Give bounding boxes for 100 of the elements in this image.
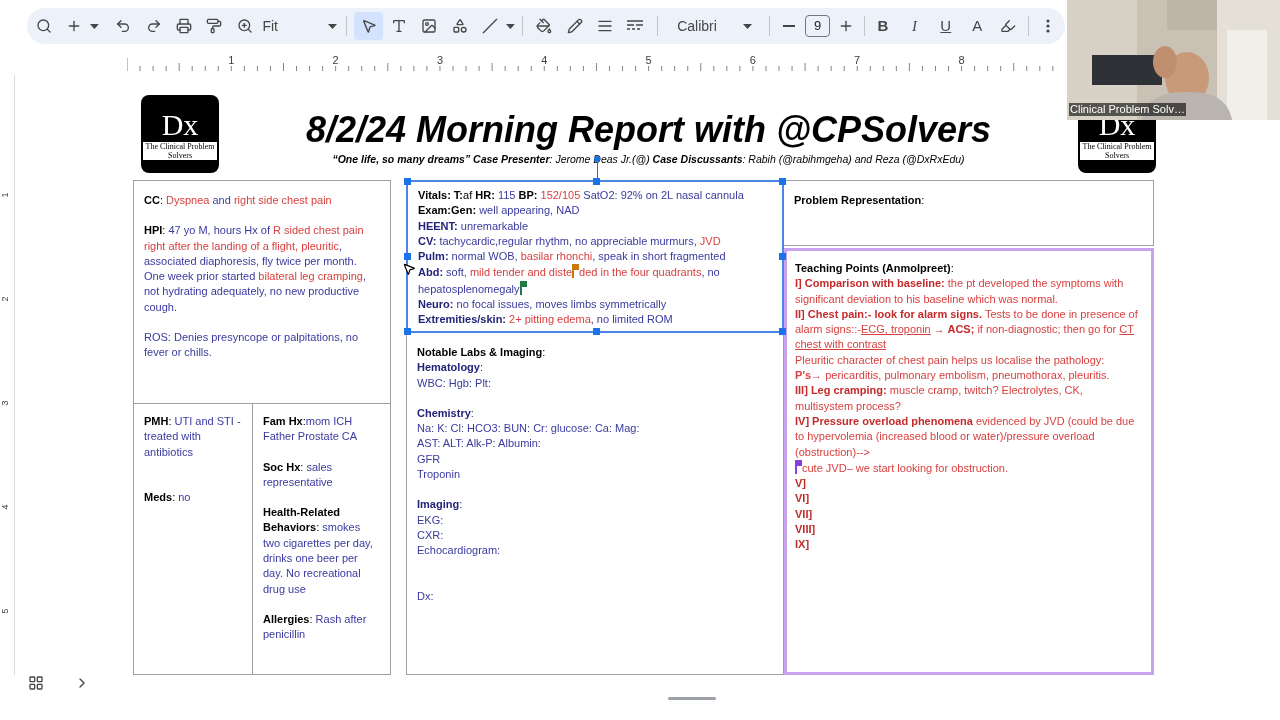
note-text: V] (795, 476, 806, 492)
font-dropdown[interactable]: Calibri (665, 12, 764, 40)
note-text: Notable Labs & Imaging: (417, 345, 546, 360)
note-text: cute JVD– we start looking for obstruction. (795, 459, 1009, 477)
more-icon (1046, 19, 1051, 33)
note-text: EKG: (417, 512, 444, 528)
note-text: Teaching Points (Anmolpreet): (795, 261, 954, 276)
ruler-number: 5 (644, 54, 653, 66)
text-icon (390, 18, 407, 34)
note-text: ROS: Denies presyncope or palpitations, no fever or chills. (144, 330, 359, 361)
ruler-number: 3 (0, 400, 10, 406)
note-text: Chemistry: (417, 405, 474, 421)
resize-handle[interactable] (404, 253, 411, 260)
ruler-number: 5 (0, 608, 10, 614)
note-text: Hematology: (417, 360, 484, 376)
zoom-in-icon (236, 18, 253, 34)
ruler-number: 4 (0, 504, 10, 510)
ruler-number: 7 (853, 54, 862, 66)
underline-button[interactable]: U (930, 12, 961, 40)
resize-handle[interactable] (593, 178, 600, 185)
ruler-number: 3 (435, 54, 444, 66)
note-text: Meds: no (144, 489, 191, 505)
dash-lines-icon (627, 20, 644, 32)
note-text: Dx: (417, 588, 434, 604)
note-text: III] Leg cramping: muscle cramp, twitch? Electrolytes, CK, multisystem process? (795, 383, 1084, 414)
text-color-button[interactable]: A (961, 12, 993, 40)
mouse-pointer-icon (402, 262, 416, 276)
note-text: IX] (795, 537, 810, 553)
note-text: P’s→ pericarditis, pulmonary embolism, pneumothorax, pleuritis. (795, 368, 1110, 384)
ruler-number: 6 (748, 54, 757, 66)
note-text: Neuro: no focal issues, moves limbs symmetrically (418, 297, 667, 313)
ruler-number: 2 (0, 296, 10, 302)
undo-icon (115, 18, 132, 34)
note-text: Problem Representation: (794, 193, 925, 208)
caret-icon (742, 23, 752, 29)
note-text: Fam Hx:mom ICH Father Prostate CA (263, 414, 359, 445)
note-text: I] Comparison with baseline: the pt developed the symptoms with significant deviation to his baseline which was normal. (795, 276, 1125, 307)
ruler-number: 8 (957, 54, 966, 66)
note-text: Na: K: Cl: HCO3: BUN: Cr: glucose: Ca: Mag: (417, 421, 640, 437)
scrollbar[interactable] (668, 697, 716, 700)
bold-button[interactable]: B (867, 12, 899, 40)
zoom-dropdown[interactable]: Fit (260, 12, 339, 40)
caret-icon[interactable] (505, 23, 515, 29)
slide-title: 8/2/24 Morning Report with @CPSolvers (305, 108, 992, 152)
select-tool-button[interactable] (353, 12, 384, 40)
resize-handle[interactable] (593, 328, 600, 335)
italic-button[interactable]: I (899, 12, 930, 40)
highlighter-icon (1000, 18, 1017, 34)
printer-icon (175, 18, 192, 34)
note-text: Pleuritic character of chest pain helps us localise the pathology: (795, 352, 1105, 368)
pencil-icon (566, 18, 583, 34)
note-text: Allergies: Rash after penicillin (263, 611, 368, 643)
paint-roller-icon (206, 18, 223, 34)
note-text: CV: tachycardic,regular rhythm, no appreciable murmurs, JVD (418, 233, 721, 249)
line-icon (482, 18, 499, 34)
note-text: HEENT: unremarkable (418, 218, 529, 234)
shapes-icon (451, 18, 468, 34)
note-text: Echocardiogram: (417, 543, 501, 559)
note-text: VIII] (795, 522, 816, 538)
lines-icon (597, 18, 614, 34)
ruler-number: 4 (540, 54, 549, 66)
note-text: Troponin (417, 467, 460, 483)
resize-handle[interactable] (404, 328, 411, 335)
minus-icon (783, 25, 796, 27)
resize-handle[interactable] (779, 178, 786, 185)
webcam-caption: Clinical Problem Solv… (1069, 103, 1186, 116)
caret-icon (327, 23, 337, 29)
note-text: Exam:Gen: well appearing, NAD (418, 203, 580, 219)
logo-caption: The Clinical Problem Solvers (1080, 141, 1154, 160)
caret-icon[interactable] (89, 23, 99, 29)
grid-view-icon[interactable] (28, 675, 44, 691)
note-text: CC: Dyspnea and right side chest pain (144, 193, 332, 208)
ruler-number: 1 (0, 192, 10, 198)
search-icon (35, 18, 52, 34)
ruler-number: 1 (227, 54, 236, 66)
note-text: Extremities/skin: 2+ pitting edema, no limited ROM (418, 312, 673, 328)
resize-handle[interactable] (779, 253, 786, 260)
note-text: Vitals: T:af HR: 115 BP: 152/105 SatO2: 92% on 2L nasal cannula (418, 188, 744, 203)
pointer-icon (360, 18, 377, 34)
font-size-field[interactable]: 9 (804, 15, 831, 37)
note-text: VI] (795, 491, 810, 507)
resize-handle[interactable] (779, 328, 786, 335)
note-text: PMH: UTI and STI - treated with antibiotics (144, 414, 242, 460)
note-text: Pulm: normal WOB, basilar rhonchi, speak in short fragmented (418, 249, 726, 265)
note-text: Health-Related Behaviors: smokes two cigarettes per day, drinks one beer per day. No recreational drug use (263, 505, 374, 597)
note-text: WBC: Hgb: Plt: (417, 375, 491, 391)
note-text: Soc Hx: sales representative (263, 459, 334, 490)
note-text: HPI: 47 yo M, hours Hx of R sided chest pain right after the landing of a flight, pleuritic, associated diaphoresis, fly twice per month. One week prior started bilateral leg cramping, not hydrating adequately, no new productive cough. (144, 223, 367, 315)
ruler-number: 2 (331, 54, 340, 66)
note-text: Imaging: (417, 497, 463, 513)
note-text: II] Chest pain:- look for alarm signs. Tests to be done in presence of alarm signs::-ECG, troponin → ACS; if non-diagnostic; then go for CT chest with contrast (795, 306, 1139, 353)
logo-letters: Dx (161, 108, 199, 141)
paint-bucket-icon (536, 18, 553, 34)
note-text: VII] (795, 506, 813, 522)
resize-handle[interactable] (404, 178, 411, 185)
note-text: GFR (417, 451, 441, 467)
logo-caption: The Clinical Problem Solvers (143, 141, 217, 160)
redo-icon (145, 18, 162, 34)
note-text: AST: ALT: Alk-P: Albumin: (417, 436, 541, 452)
note-text: CXR: (417, 527, 444, 543)
